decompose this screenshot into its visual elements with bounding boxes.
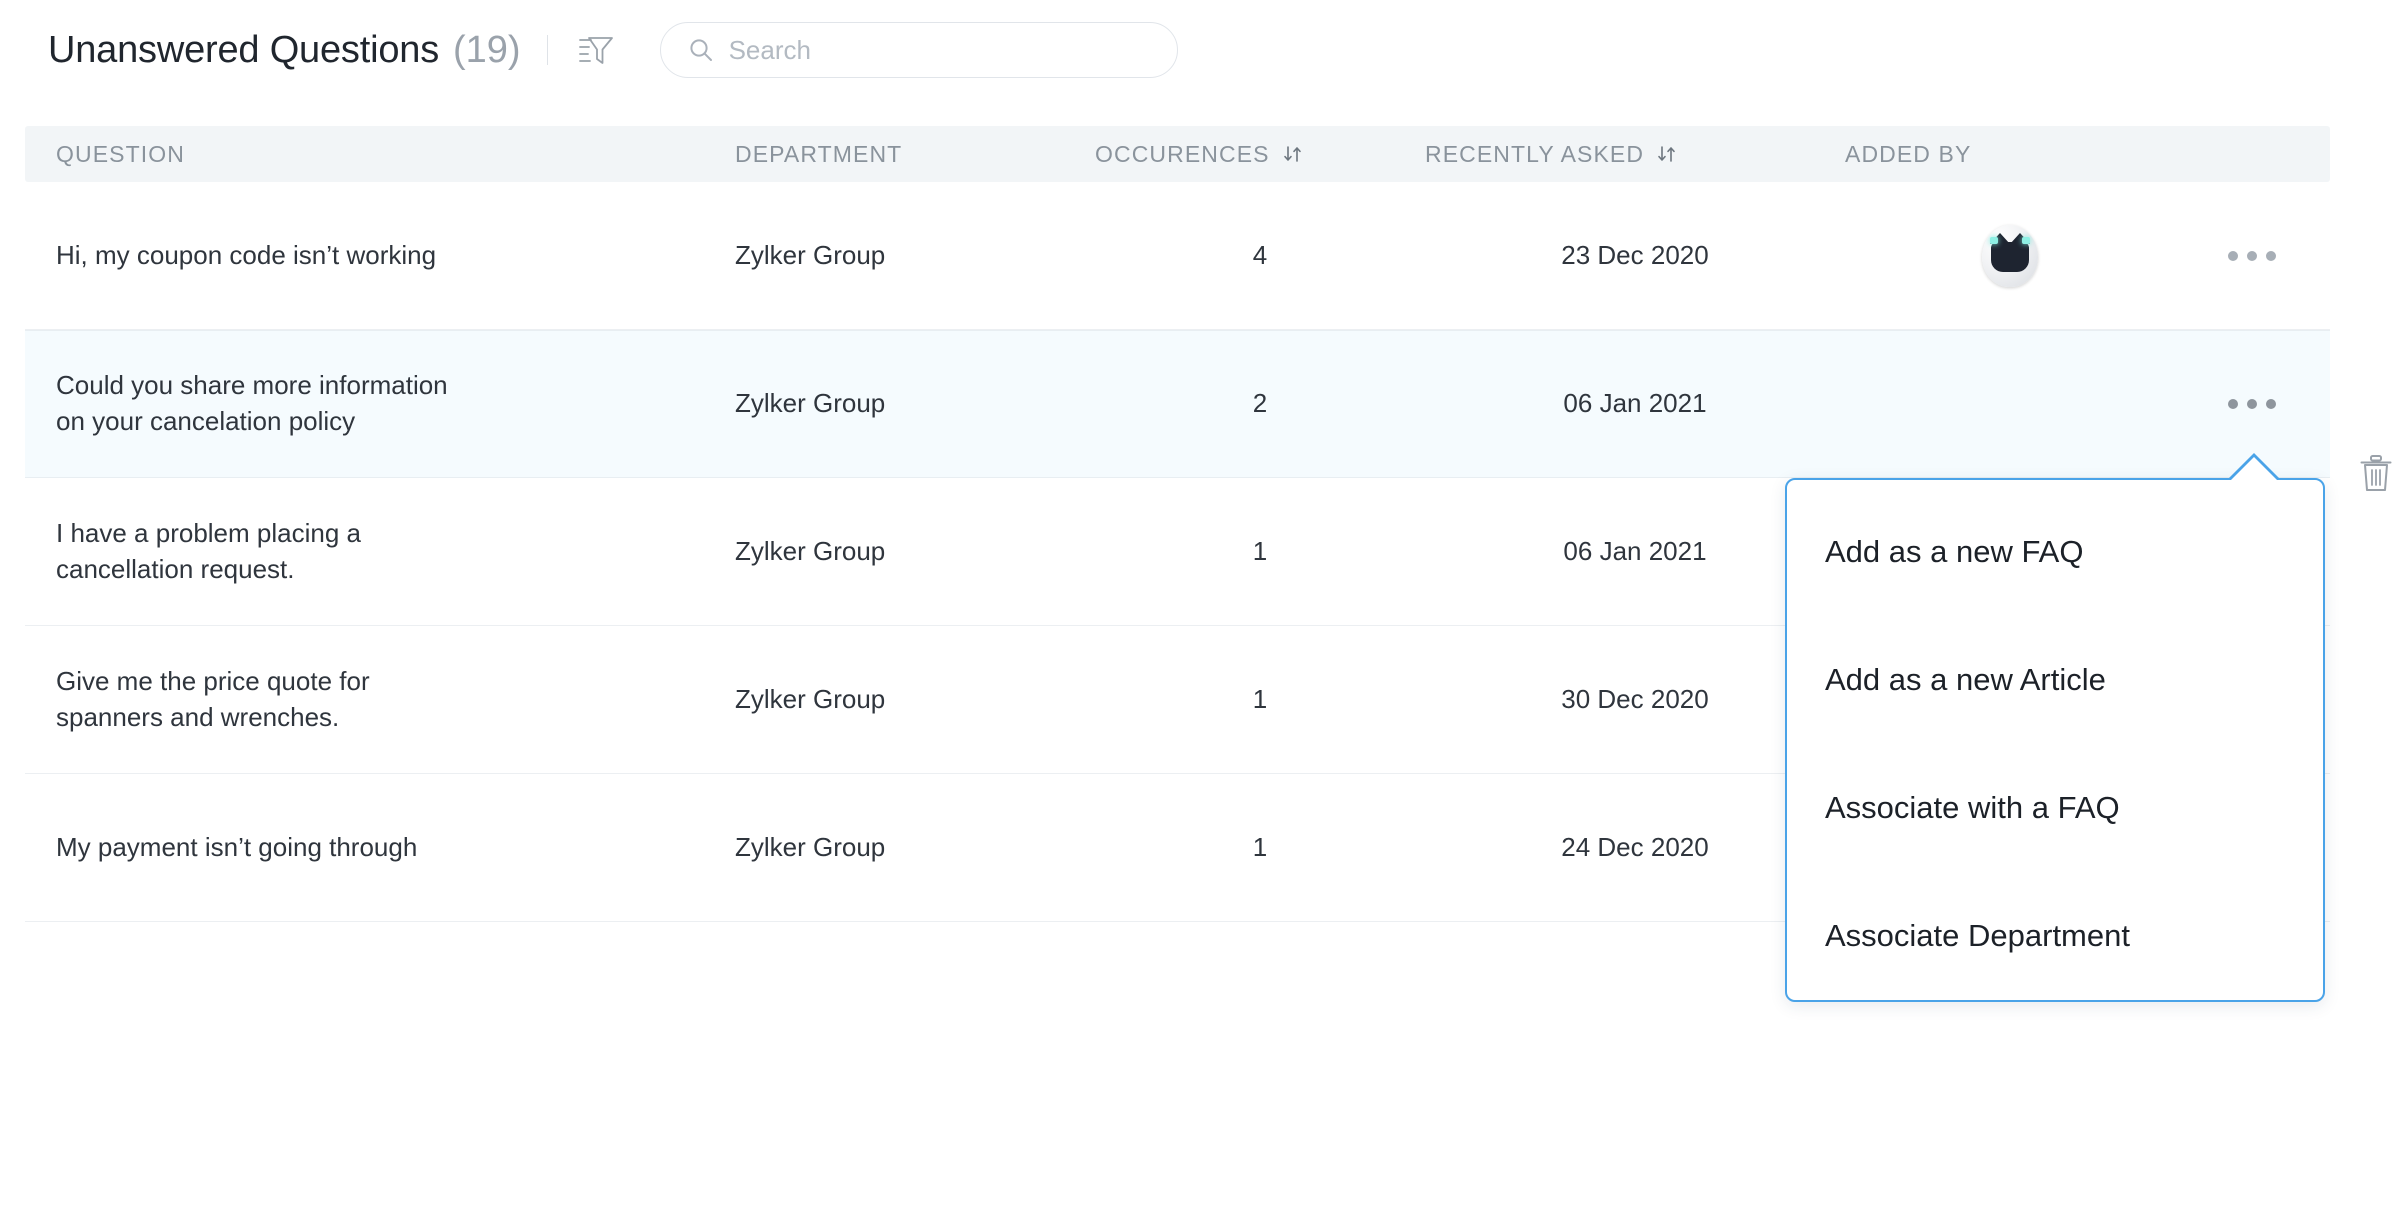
row-actions-menu-button[interactable] (2175, 250, 2329, 261)
cell-question: Could you share more information on your… (25, 368, 735, 440)
question-text-line: Give me the price quote for (56, 665, 370, 696)
toolbar-divider (546, 35, 548, 65)
cell-recently-asked: 06 Jan 2021 (1563, 535, 1707, 566)
cell-occurences: 1 (1252, 535, 1268, 566)
cell-recently-asked: 06 Jan 2021 (1563, 388, 1707, 419)
question-text-line: cancellation request. (56, 553, 295, 584)
unanswered-questions-page: Unanswered Questions (19) Search QUESTIO… (0, 0, 2406, 1214)
table-row[interactable]: Could you share more information on your… (25, 330, 2330, 478)
cell-department: Zylker Group (735, 831, 886, 862)
bot-avatar (1982, 224, 2038, 287)
search-input[interactable] (728, 25, 1149, 75)
column-header-department: DEPARTMENT (735, 141, 1095, 168)
cell-row-actions (2175, 399, 2329, 409)
column-header-question: QUESTION (25, 141, 735, 168)
sort-updown-icon-recently-asked[interactable] (1656, 143, 1678, 165)
table-header-row: QUESTION DEPARTMENT OCCURENCES RECENTLY … (25, 126, 2330, 182)
column-header-question-label: QUESTION (56, 140, 185, 167)
column-header-added-by-label: ADDED BY (1845, 140, 1972, 167)
question-text-line: Hi, my coupon code isn’t working (56, 239, 437, 270)
cell-recently-asked: 24 Dec 2020 (1561, 831, 1709, 862)
column-header-occurences[interactable]: OCCURENCES (1095, 141, 1425, 168)
delete-row-button[interactable] (2352, 450, 2400, 502)
cell-occurences: 1 (1252, 831, 1268, 862)
menu-item-label: Associate with a FAQ (1825, 790, 2120, 825)
column-header-recently-asked-label: RECENTLY ASKED (1425, 140, 1645, 167)
cell-question: Give me the price quote for spanners and… (25, 664, 735, 736)
trash-icon (2357, 453, 2395, 500)
cell-department: Zylker Group (735, 535, 886, 566)
cell-row-actions (2175, 250, 2329, 261)
column-header-department-label: DEPARTMENT (735, 140, 903, 167)
table-row[interactable]: Hi, my coupon code isn’t working Zylker … (25, 182, 2330, 330)
cell-added-by (1845, 224, 2175, 287)
menu-item-label: Add as a new FAQ (1825, 534, 2084, 569)
search-icon (687, 36, 715, 64)
filter-funnel-icon[interactable] (570, 24, 622, 76)
menu-item-associate-department[interactable]: Associate Department (1787, 872, 2323, 1000)
question-text-line: on your cancelation policy (56, 406, 356, 436)
menu-item-label: Add as a new Article (1825, 662, 2106, 697)
row-actions-context-menu: Add as a new FAQ Add as a new Article As… (1785, 453, 2325, 1002)
question-text-line: spanners and wrenches. (56, 701, 340, 732)
cell-department: Zylker Group (735, 683, 886, 714)
menu-caret-inner (2230, 457, 2278, 481)
cell-question: Hi, my coupon code isn’t working (25, 238, 735, 274)
cell-question: I have a problem placing a cancellation … (25, 516, 735, 588)
cell-recently-asked: 30 Dec 2020 (1561, 683, 1709, 714)
menu-item-add-as-new-article[interactable]: Add as a new Article (1787, 616, 2323, 744)
cell-occurences: 1 (1252, 683, 1268, 714)
menu-item-associate-with-faq[interactable]: Associate with a FAQ (1787, 744, 2323, 872)
page-count: (19) (453, 28, 521, 71)
column-header-added-by: ADDED BY (1845, 141, 2175, 168)
cell-occurences: 2 (1252, 388, 1268, 419)
menu-item-add-as-new-faq[interactable]: Add as a new FAQ (1787, 488, 2323, 616)
cell-occurences: 4 (1252, 239, 1268, 270)
cell-department: Zylker Group (735, 239, 886, 270)
row-actions-menu-button[interactable] (2175, 399, 2329, 409)
search-box[interactable] (659, 22, 1178, 78)
column-header-recently-asked[interactable]: RECENTLY ASKED (1425, 141, 1845, 168)
question-text-line: I have a problem placing a (56, 517, 361, 548)
page-title: Unanswered Questions (48, 28, 439, 71)
cell-department: Zylker Group (735, 388, 886, 419)
page-toolbar: Unanswered Questions (19) (0, 0, 2406, 100)
cell-question: My payment isn’t going through (25, 830, 735, 866)
question-text-line: My payment isn’t going through (56, 831, 418, 862)
menu-item-label: Associate Department (1825, 918, 2130, 953)
cell-recently-asked: 23 Dec 2020 (1561, 239, 1709, 270)
sort-updown-icon-occurences[interactable] (1282, 143, 1304, 165)
column-header-occurences-label: OCCURENCES (1095, 140, 1270, 167)
question-text-line: Could you share more information (56, 370, 448, 401)
